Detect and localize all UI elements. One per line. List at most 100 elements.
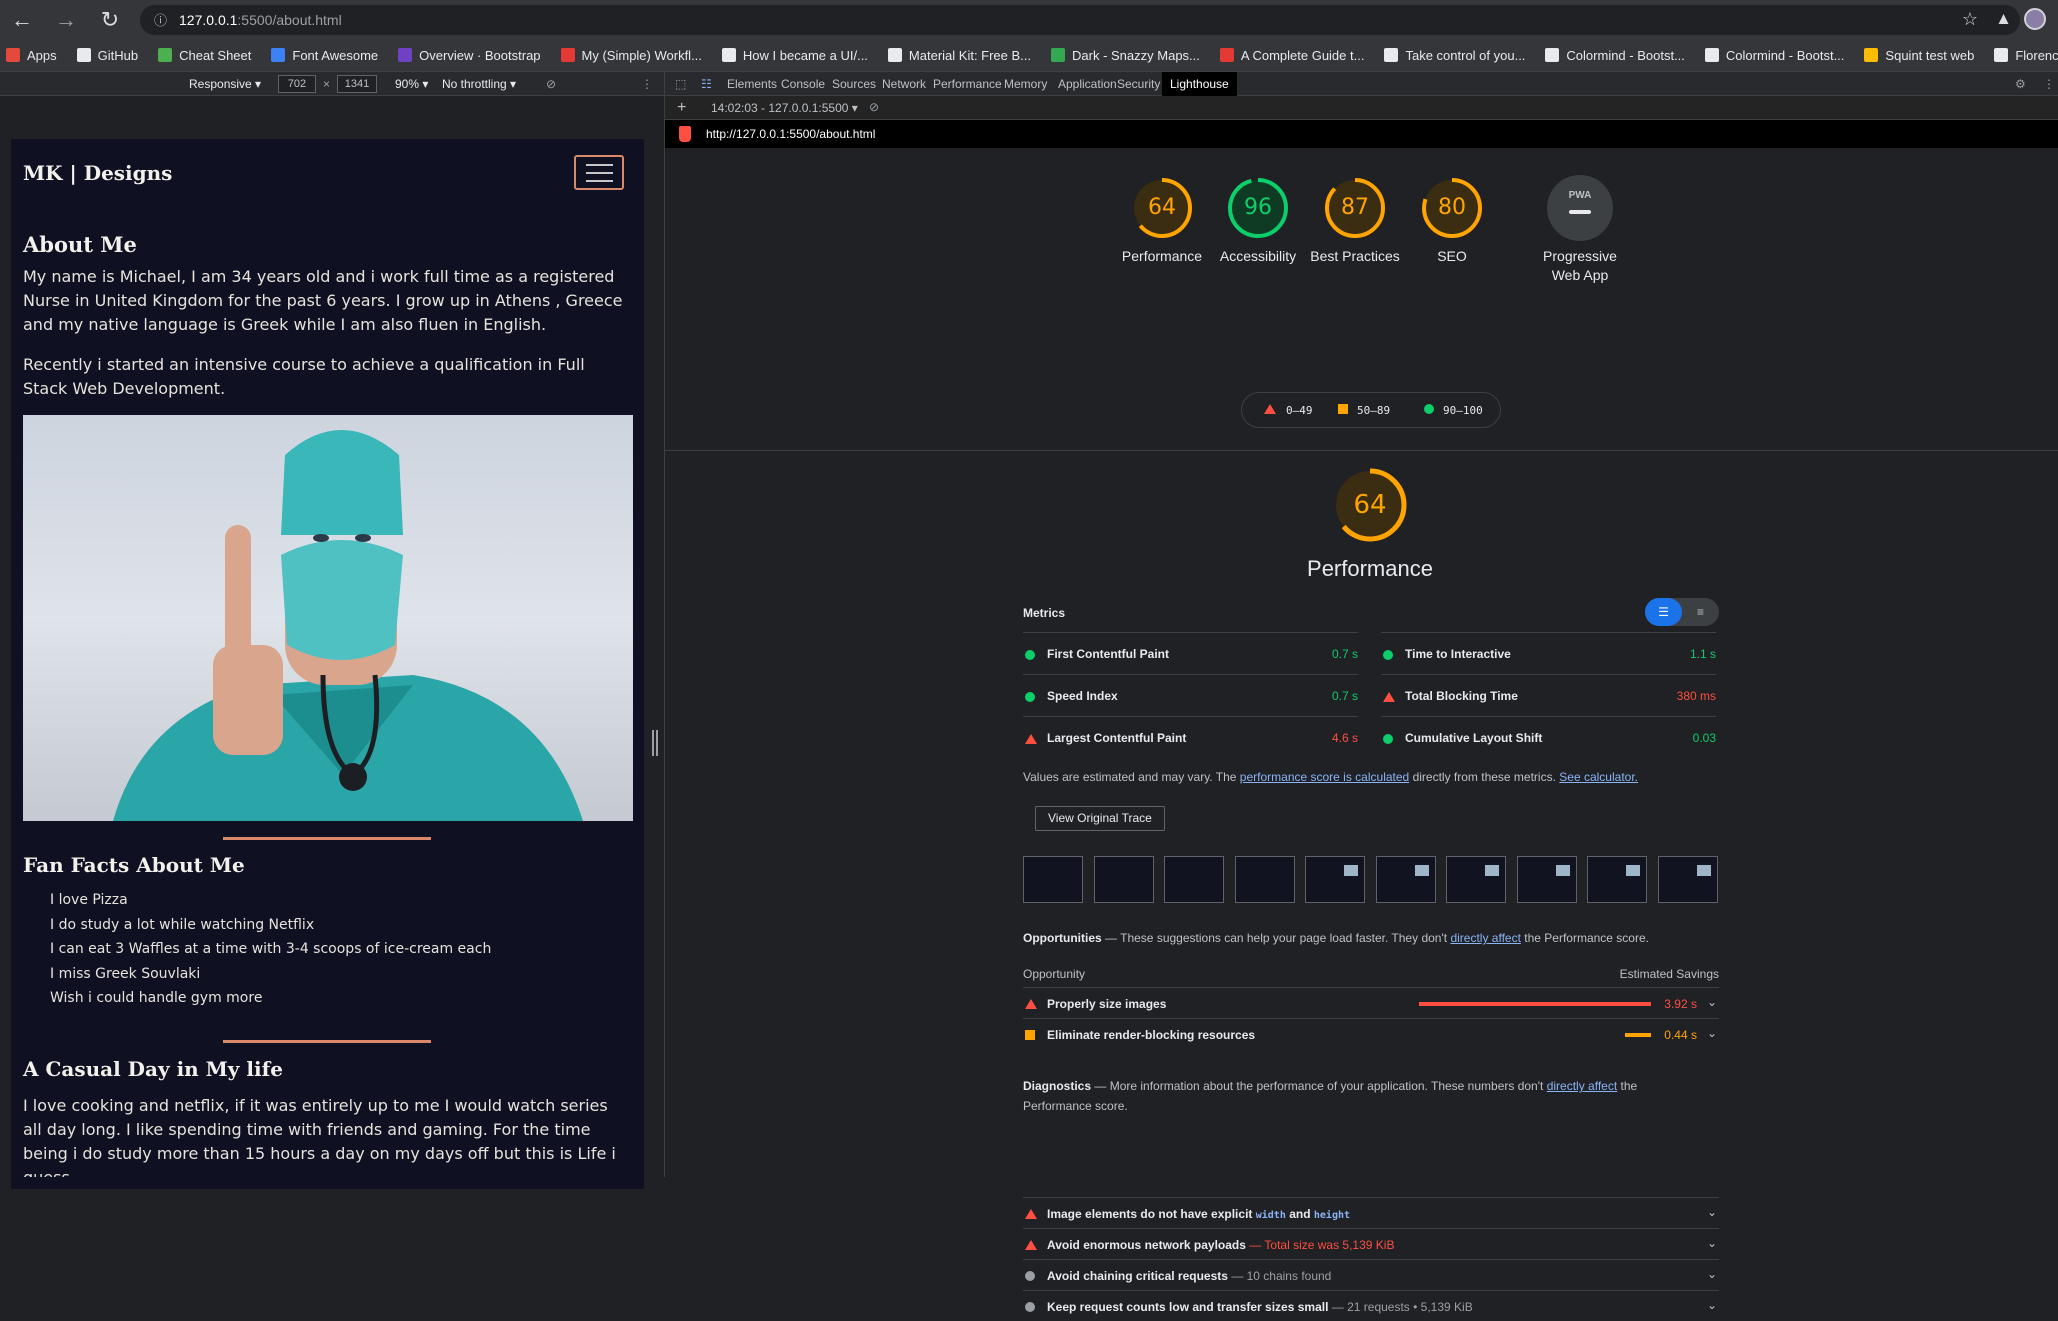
site-brand[interactable]: MK | Designs (23, 161, 172, 185)
hamburger-menu-button[interactable] (574, 155, 624, 190)
bookmark-item[interactable]: Squint test web (1864, 48, 1974, 63)
diagnostic-name: Avoid chaining critical requests (1047, 1269, 1228, 1283)
device-toggle-icon[interactable]: ☷ (701, 72, 712, 96)
gauge-accessibility[interactable]: 96 Accessibility (1208, 175, 1308, 266)
gauge-performance[interactable]: 64 Performance (1112, 175, 1212, 266)
inspect-element-icon[interactable]: ⬚ (675, 72, 686, 96)
pass-dot-icon (1025, 649, 1035, 663)
site-info-icon[interactable]: ⓘ (154, 10, 167, 29)
tab-elements[interactable]: Elements (727, 72, 777, 96)
tab-application[interactable]: Application (1058, 72, 1117, 96)
viewport-width-input[interactable]: 702 (278, 75, 316, 93)
resize-handle[interactable] (652, 730, 658, 756)
bookmark-item[interactable]: Apps (6, 48, 57, 63)
bookmark-item[interactable]: Colormind - Bootst... (1704, 48, 1844, 63)
tab-security[interactable]: Security (1117, 72, 1160, 96)
zoom-select[interactable]: 90% ▾ (395, 77, 428, 91)
dimension-separator: × (323, 77, 331, 91)
legend-average-text: 50–89 (1357, 404, 1391, 417)
perf-gauge-large: 64 (1325, 466, 1415, 544)
expanded-view-icon[interactable]: ≡ (1682, 598, 1719, 626)
bookmark-item[interactable]: A Complete Guide t... (1219, 48, 1364, 63)
bookmark-item[interactable]: Florence Nightenga... (1994, 48, 2058, 63)
fact-item: I miss Greek Souvlaki (50, 965, 201, 982)
rotate-icon[interactable]: ⊘ (546, 77, 556, 91)
bookmark-item[interactable]: Font Awesome (271, 48, 378, 63)
filmstrip-frame (1446, 856, 1506, 903)
info-dot-icon (1025, 1270, 1035, 1284)
address-bar[interactable]: ⓘ 127.0.0.1:5500/about.html (140, 4, 2020, 35)
view-original-trace-button[interactable]: View Original Trace (1035, 806, 1165, 831)
opportunity-row[interactable]: Eliminate render-blocking resources 0.44 … (1023, 1018, 1719, 1049)
bookmark-star-icon[interactable]: ☆ (1962, 9, 1978, 30)
clear-reports-icon[interactable]: ⊘ (869, 100, 879, 114)
note-text: Values are estimated and may vary. The (1023, 770, 1237, 784)
directly-affect-link[interactable]: directly affect (1547, 1079, 1617, 1093)
bookmark-item[interactable]: Overview · Bootstrap (398, 48, 541, 63)
back-icon[interactable]: ← (0, 0, 44, 39)
metric-name: Largest Contentful Paint (1047, 731, 1187, 745)
metric-speed-index: Speed Index 0.7 s (1023, 674, 1358, 716)
bookmark-item[interactable]: Dark - Snazzy Maps... (1051, 48, 1200, 63)
tab-console[interactable]: Console (781, 72, 825, 96)
bookmark-favicon-icon (721, 48, 736, 62)
bookmark-item[interactable]: My (Simple) Workfl... (560, 48, 702, 63)
chevron-down-icon[interactable]: ⌄ (1707, 1026, 1717, 1040)
metric-value: 0.03 (1692, 731, 1716, 745)
profile-avatar[interactable] (2024, 8, 2046, 30)
bookmark-label: Apps (27, 47, 57, 63)
bookmark-item[interactable]: Material Kit: Free B... (887, 48, 1031, 63)
fail-triangle-icon (1025, 998, 1037, 1012)
tab-performance[interactable]: Performance (933, 72, 1002, 96)
tab-memory[interactable]: Memory (1004, 72, 1047, 96)
extensions-icon[interactable]: ▲ (1995, 9, 2012, 29)
diagnostic-name: Avoid enormous network payloads (1047, 1238, 1246, 1252)
reload-icon[interactable]: ↻ (88, 0, 132, 39)
nurse-illustration (113, 430, 583, 821)
directly-affect-link[interactable]: directly affect (1450, 931, 1520, 945)
bookmark-item[interactable]: GitHub (76, 48, 138, 63)
pass-dot-icon (1383, 649, 1393, 663)
bookmark-item[interactable]: Colormind - Bootst... (1545, 48, 1685, 63)
report-select[interactable]: 14:02:03 - 127.0.0.1:5500 ▾ (711, 101, 858, 115)
settings-gear-icon[interactable]: ⚙ (2015, 72, 2026, 96)
opportunity-row[interactable]: Properly size images 3.92 s ⌄ (1023, 987, 1719, 1018)
bookmark-item[interactable]: How I became a UI/... (721, 48, 868, 63)
new-report-icon[interactable]: + (677, 99, 686, 117)
diagnostic-row[interactable]: Avoid chaining critical requests — 10 ch… (1023, 1259, 1719, 1290)
chevron-down-icon[interactable]: ⌄ (1707, 1236, 1717, 1250)
fact-item: I can eat 3 Waffles at a time with 3-4 s… (50, 941, 492, 957)
diagnostic-row[interactable]: Image elements do not have explicit widt… (1023, 1197, 1719, 1228)
devtools-menu-icon[interactable]: ⋮ (2043, 72, 2055, 96)
chevron-down-icon[interactable]: ⌄ (1707, 1267, 1717, 1281)
tab-network[interactable]: Network (882, 72, 926, 96)
viewport-height-input[interactable]: 1341 (337, 75, 377, 93)
more-options-icon[interactable]: ⋮ (641, 77, 653, 91)
chevron-down-icon[interactable]: ⌄ (1707, 1205, 1717, 1219)
metrics-view-toggle[interactable]: ☰ ≡ (1645, 598, 1719, 626)
tab-lighthouse[interactable]: Lighthouse (1162, 72, 1237, 96)
report-url[interactable]: http://127.0.0.1:5500/about.html (706, 127, 875, 141)
device-mode-select[interactable]: Responsive ▾ (189, 77, 261, 91)
score-calculated-link[interactable]: performance score is calculated (1240, 770, 1409, 784)
metric-name: First Contentful Paint (1047, 647, 1169, 661)
metric-value: 4.6 s (1331, 731, 1358, 745)
bookmark-favicon-icon (1545, 48, 1560, 62)
throttling-select[interactable]: No throttling ▾ (442, 77, 516, 91)
gauge-best-practices[interactable]: 87 Best Practices (1305, 175, 1405, 266)
filmstrip-frame (1375, 856, 1436, 903)
bookmark-item[interactable]: Take control of you... (1384, 48, 1525, 63)
about-title: About Me (23, 232, 137, 257)
compact-view-icon[interactable]: ☰ (1645, 598, 1682, 626)
diagnostic-row[interactable]: Avoid enormous network payloads — Total … (1023, 1228, 1719, 1259)
diagnostic-row[interactable]: Keep request counts low and transfer siz… (1023, 1290, 1719, 1321)
gauge-seo[interactable]: 80 SEO (1402, 175, 1502, 266)
chevron-down-icon[interactable]: ⌄ (1707, 995, 1717, 1009)
bookmark-item[interactable]: Cheat Sheet (158, 48, 251, 63)
see-calculator-link[interactable]: See calculator. (1559, 770, 1638, 784)
gauge-pwa[interactable]: PWA Progressive Web App (1525, 175, 1635, 285)
tab-sources[interactable]: Sources (832, 72, 876, 96)
chevron-down-icon[interactable]: ⌄ (1707, 1298, 1717, 1312)
diagnostic-detail: — 21 requests • 5,139 KiB (1331, 1300, 1473, 1314)
forward-icon[interactable]: → (44, 0, 88, 39)
